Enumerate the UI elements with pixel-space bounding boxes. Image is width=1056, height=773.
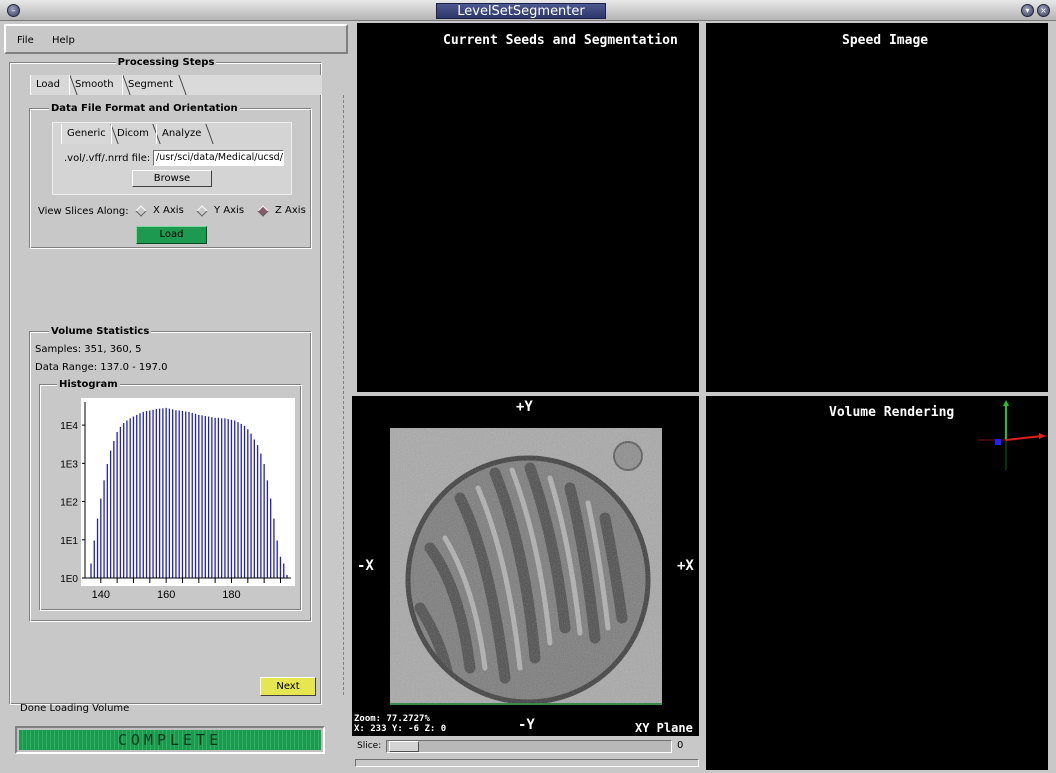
menu-bar: File Help — [4, 24, 348, 54]
data-file-label: Data File Format and Orientation — [49, 103, 240, 114]
histogram-y-tick: 1E2 — [60, 498, 78, 509]
slice-label: Slice: — [357, 741, 382, 751]
histogram-group: Histogram 1E0 1E1 1E2 1E3 1E4 140 160 180 — [40, 379, 302, 611]
histogram-label: Histogram — [57, 379, 120, 390]
volume-stats-group: Volume Statistics Samples: 351, 360, 5 D… — [30, 326, 312, 622]
samples-text: Samples: 351, 360, 5 — [35, 344, 142, 355]
format-tabs: Generic Dicom Analyze — [53, 124, 291, 144]
render-view-title: Volume Rendering — [829, 405, 955, 420]
axes-gizmo-icon — [978, 400, 1046, 470]
axis-radio-group: X Axis Y Axis Z Axis — [135, 204, 317, 219]
browse-button[interactable]: Browse — [132, 170, 212, 187]
histogram-x-tick: 160 — [157, 589, 175, 601]
volume-stats-label: Volume Statistics — [49, 326, 152, 337]
histogram-chart: 1E0 1E1 1E2 1E3 1E4 140 160 180 — [60, 398, 295, 601]
plus-y-label: +Y — [516, 399, 533, 415]
plus-x-label: +X — [677, 558, 694, 574]
zoom-readout: Zoom: 77.2727% — [354, 714, 430, 724]
view-slices-label: View Slices Along: — [38, 206, 129, 217]
file-label: .vol/.vff/.nrrd file: — [64, 153, 151, 164]
radio-z-label: Z Axis — [275, 205, 306, 216]
processing-steps-group: Processing Steps Load Smooth Segment Dat… — [10, 57, 322, 705]
progress-bar: COMPLETE — [15, 726, 325, 754]
tab-dicom[interactable]: Dicom — [111, 124, 151, 144]
minus-x-label: -X — [357, 558, 374, 574]
panel-splitter[interactable] — [343, 95, 344, 695]
seeds-view-title: Current Seeds and Segmentation — [443, 33, 678, 48]
slice-slider-thumb[interactable] — [389, 741, 419, 752]
progress-label: COMPLETE — [117, 731, 223, 749]
data-range-text: Data Range: 137.0 - 197.0 — [35, 362, 168, 373]
load-button[interactable]: Load — [136, 226, 207, 244]
menu-help[interactable]: Help — [52, 35, 75, 46]
radio-z-axis[interactable]: Z Axis — [257, 204, 306, 217]
slice-value: 0 — [677, 740, 684, 751]
histogram-y-tick: 1E3 — [60, 459, 78, 470]
next-button[interactable]: Next — [260, 677, 316, 696]
radio-y-axis[interactable]: Y Axis — [196, 204, 245, 217]
status-text: Done Loading Volume — [20, 703, 130, 714]
processing-tabs: Load Smooth Segment — [30, 75, 322, 95]
slice-view[interactable]: +Y -X +X -Y Zoom: 77.2727% X: 233 Y: -6 … — [352, 396, 699, 736]
menu-file[interactable]: File — [17, 35, 34, 46]
window-titlebar: – LevelSetSegmenter ▾ × — [0, 0, 1056, 21]
radio-x-axis[interactable]: X Axis — [135, 204, 184, 217]
close-icon[interactable]: × — [1037, 4, 1050, 17]
histogram-y-tick: 1E0 — [60, 574, 78, 585]
radio-x-label: X Axis — [153, 205, 184, 216]
mitochondrion-image — [390, 428, 662, 705]
histogram-x-tick: 180 — [222, 589, 240, 601]
radio-z-icon — [257, 204, 269, 217]
control-panel: File Help Processing Steps Load Smooth S… — [0, 21, 352, 773]
data-file-group: Data File Format and Orientation Generic… — [30, 103, 312, 249]
file-path-input[interactable]: /usr/sci/data/Medical/ucsd/ki — [153, 150, 284, 166]
seeds-segmentation-view[interactable]: Current Seeds and Segmentation — [357, 23, 699, 392]
minus-y-label: -Y — [518, 717, 535, 733]
histogram-y-tick: 1E1 — [60, 536, 78, 547]
speed-image-view[interactable]: Speed Image — [706, 23, 1048, 392]
speed-view-title: Speed Image — [842, 33, 929, 48]
volume-rendering-view[interactable]: Volume Rendering — [706, 396, 1048, 770]
window-menu-icon[interactable]: – — [7, 4, 20, 17]
slice-scrollbar[interactable] — [355, 759, 699, 767]
coord-readout: X: 233 Y: -6 Z: 0 — [354, 724, 447, 734]
slice-slider[interactable] — [386, 740, 672, 753]
tab-segment[interactable]: Segment — [122, 75, 177, 95]
histogram-x-tick: 140 — [92, 589, 110, 601]
slice-control: Slice: 0 — [352, 736, 699, 758]
format-panel: Generic Dicom Analyze .vol/.vff/.nrrd fi… — [52, 122, 292, 195]
image-baseline — [390, 703, 662, 705]
minimize-icon[interactable]: ▾ — [1021, 4, 1034, 17]
histogram-plot-area — [81, 398, 295, 586]
histogram-y-tick: 1E4 — [60, 421, 78, 432]
radio-y-label: Y Axis — [214, 205, 245, 216]
tab-smooth[interactable]: Smooth — [69, 75, 121, 95]
window-title: LevelSetSegmenter — [436, 3, 606, 19]
tab-generic[interactable]: Generic — [61, 124, 109, 144]
plane-label: XY Plane — [635, 721, 693, 735]
radio-y-icon — [196, 204, 208, 217]
tab-load[interactable]: Load — [30, 75, 68, 95]
processing-steps-label: Processing Steps — [115, 57, 217, 68]
radio-x-icon — [135, 204, 147, 217]
tab-analyze[interactable]: Analyze — [156, 124, 204, 144]
